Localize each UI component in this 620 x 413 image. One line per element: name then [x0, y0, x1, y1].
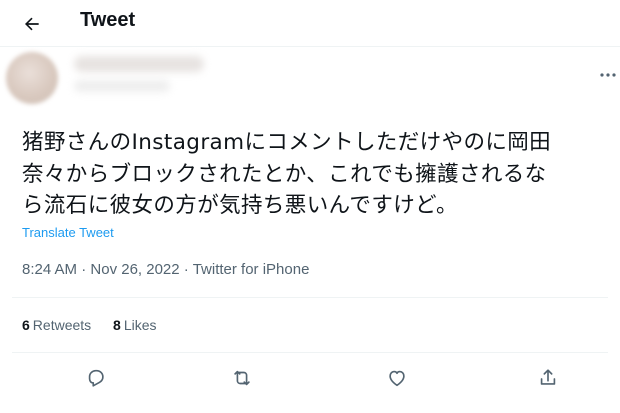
tweet-header: Tweet [0, 0, 620, 47]
retweets-stat[interactable]: 6 Retweets [22, 317, 91, 333]
reply-button[interactable] [83, 365, 109, 391]
likes-stat[interactable]: 8 Likes [113, 317, 156, 333]
more-dots-icon [600, 73, 616, 77]
tweet-metadata: 8:24 AM · Nov 26, 2022 · Twitter for iPh… [22, 261, 309, 278]
meta-separator: · [183, 261, 189, 278]
divider [12, 297, 608, 298]
page-title: Tweet [80, 9, 136, 31]
arrow-left-icon [25, 17, 39, 31]
divider [12, 352, 608, 353]
reply-icon [88, 369, 104, 387]
tweet-time[interactable]: 8:24 AM [22, 261, 77, 278]
tweet-date[interactable]: Nov 26, 2022 [90, 261, 179, 278]
like-button[interactable] [384, 365, 410, 391]
more-button[interactable] [598, 68, 618, 82]
heart-icon [389, 370, 405, 387]
meta-separator: · [81, 261, 87, 278]
display-name-redacted[interactable] [74, 56, 204, 72]
tweet-text: 猪野さんのInstagramにコメントしただけやのに岡田 奈々からブロックされた… [22, 130, 552, 218]
tweet-source[interactable]: Twitter for iPhone [193, 261, 310, 278]
share-icon [540, 369, 556, 385]
translate-tweet-link[interactable]: Translate Tweet [22, 225, 114, 240]
back-button[interactable] [18, 10, 46, 38]
likes-label: Likes [123, 317, 157, 333]
retweets-label: Retweets [32, 317, 92, 333]
retweets-count: 6 [22, 317, 30, 333]
avatar[interactable] [6, 52, 58, 104]
username-redacted[interactable] [74, 80, 170, 92]
tweet-actions [0, 365, 620, 395]
retweet-icon [234, 370, 250, 386]
likes-count: 8 [113, 317, 121, 333]
share-button[interactable] [535, 365, 561, 391]
retweet-button[interactable] [229, 365, 255, 391]
tweet-stats: 6 Retweets 8 Likes [22, 317, 175, 333]
